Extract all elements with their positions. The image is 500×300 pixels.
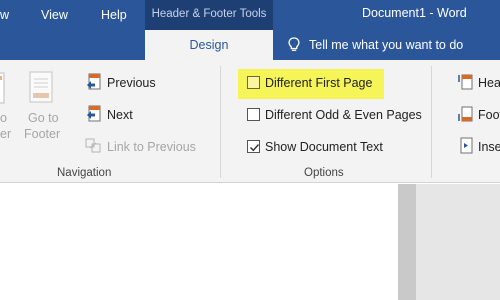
go-to-footer-label-2[interactable]: Footer <box>24 127 60 141</box>
options-group-label: Options <box>304 167 344 179</box>
link-to-previous-icon[interactable] <box>85 138 102 154</box>
different-odd-even-label[interactable]: Different Odd & Even Pages <box>265 108 422 122</box>
show-document-text-label[interactable]: Show Document Text <box>265 140 383 154</box>
link-to-previous-button[interactable]: Link to Previous <box>107 140 196 154</box>
insert-alignment-tab-partial[interactable]: Inse <box>478 140 500 154</box>
lightbulb-icon <box>288 37 300 51</box>
previous-button[interactable]: Previous <box>107 76 156 90</box>
different-first-page-checkbox[interactable] <box>247 76 260 89</box>
header-position-partial[interactable]: Hea <box>478 76 500 90</box>
tab-design[interactable]: Design <box>145 30 273 61</box>
tell-me-label: Tell me what you want to do <box>309 37 464 52</box>
context-tab-header: Header & Footer Tools <box>145 0 273 30</box>
group-separator <box>220 66 221 178</box>
different-odd-even-checkbox[interactable] <box>247 108 260 121</box>
header-position-icon[interactable] <box>458 73 474 91</box>
tab-view[interactable]: View <box>41 0 68 30</box>
tab-review-partial[interactable]: w <box>0 0 9 30</box>
checkmark-icon <box>250 144 260 152</box>
next-button[interactable]: Next <box>107 108 133 122</box>
group-separator <box>431 66 432 178</box>
footer-position-partial[interactable]: Foot <box>478 108 500 122</box>
go-to-footer-icon <box>29 71 53 103</box>
footer-position-icon[interactable] <box>458 105 474 123</box>
different-first-page-label[interactable]: Different First Page <box>265 76 372 90</box>
previous-icon[interactable] <box>86 73 102 91</box>
go-to-header-partial-2[interactable]: er <box>0 127 11 141</box>
go-to-footer-label-1[interactable]: Go to <box>28 111 59 125</box>
navigation-group-label: Navigation <box>57 167 112 179</box>
tab-help[interactable]: Help <box>101 0 127 30</box>
go-to-header-icon <box>0 72 5 104</box>
tell-me-search[interactable]: Tell me what you want to do <box>288 30 463 60</box>
show-document-text-checkbox[interactable] <box>247 140 260 153</box>
vertical-scrollbar[interactable] <box>398 184 416 300</box>
go-to-header-partial-1[interactable]: o <box>0 111 7 125</box>
document-page[interactable] <box>0 184 398 300</box>
next-icon[interactable] <box>86 105 102 123</box>
insert-alignment-tab-icon[interactable] <box>458 137 474 155</box>
document-title: Document1 - Word <box>362 6 467 20</box>
